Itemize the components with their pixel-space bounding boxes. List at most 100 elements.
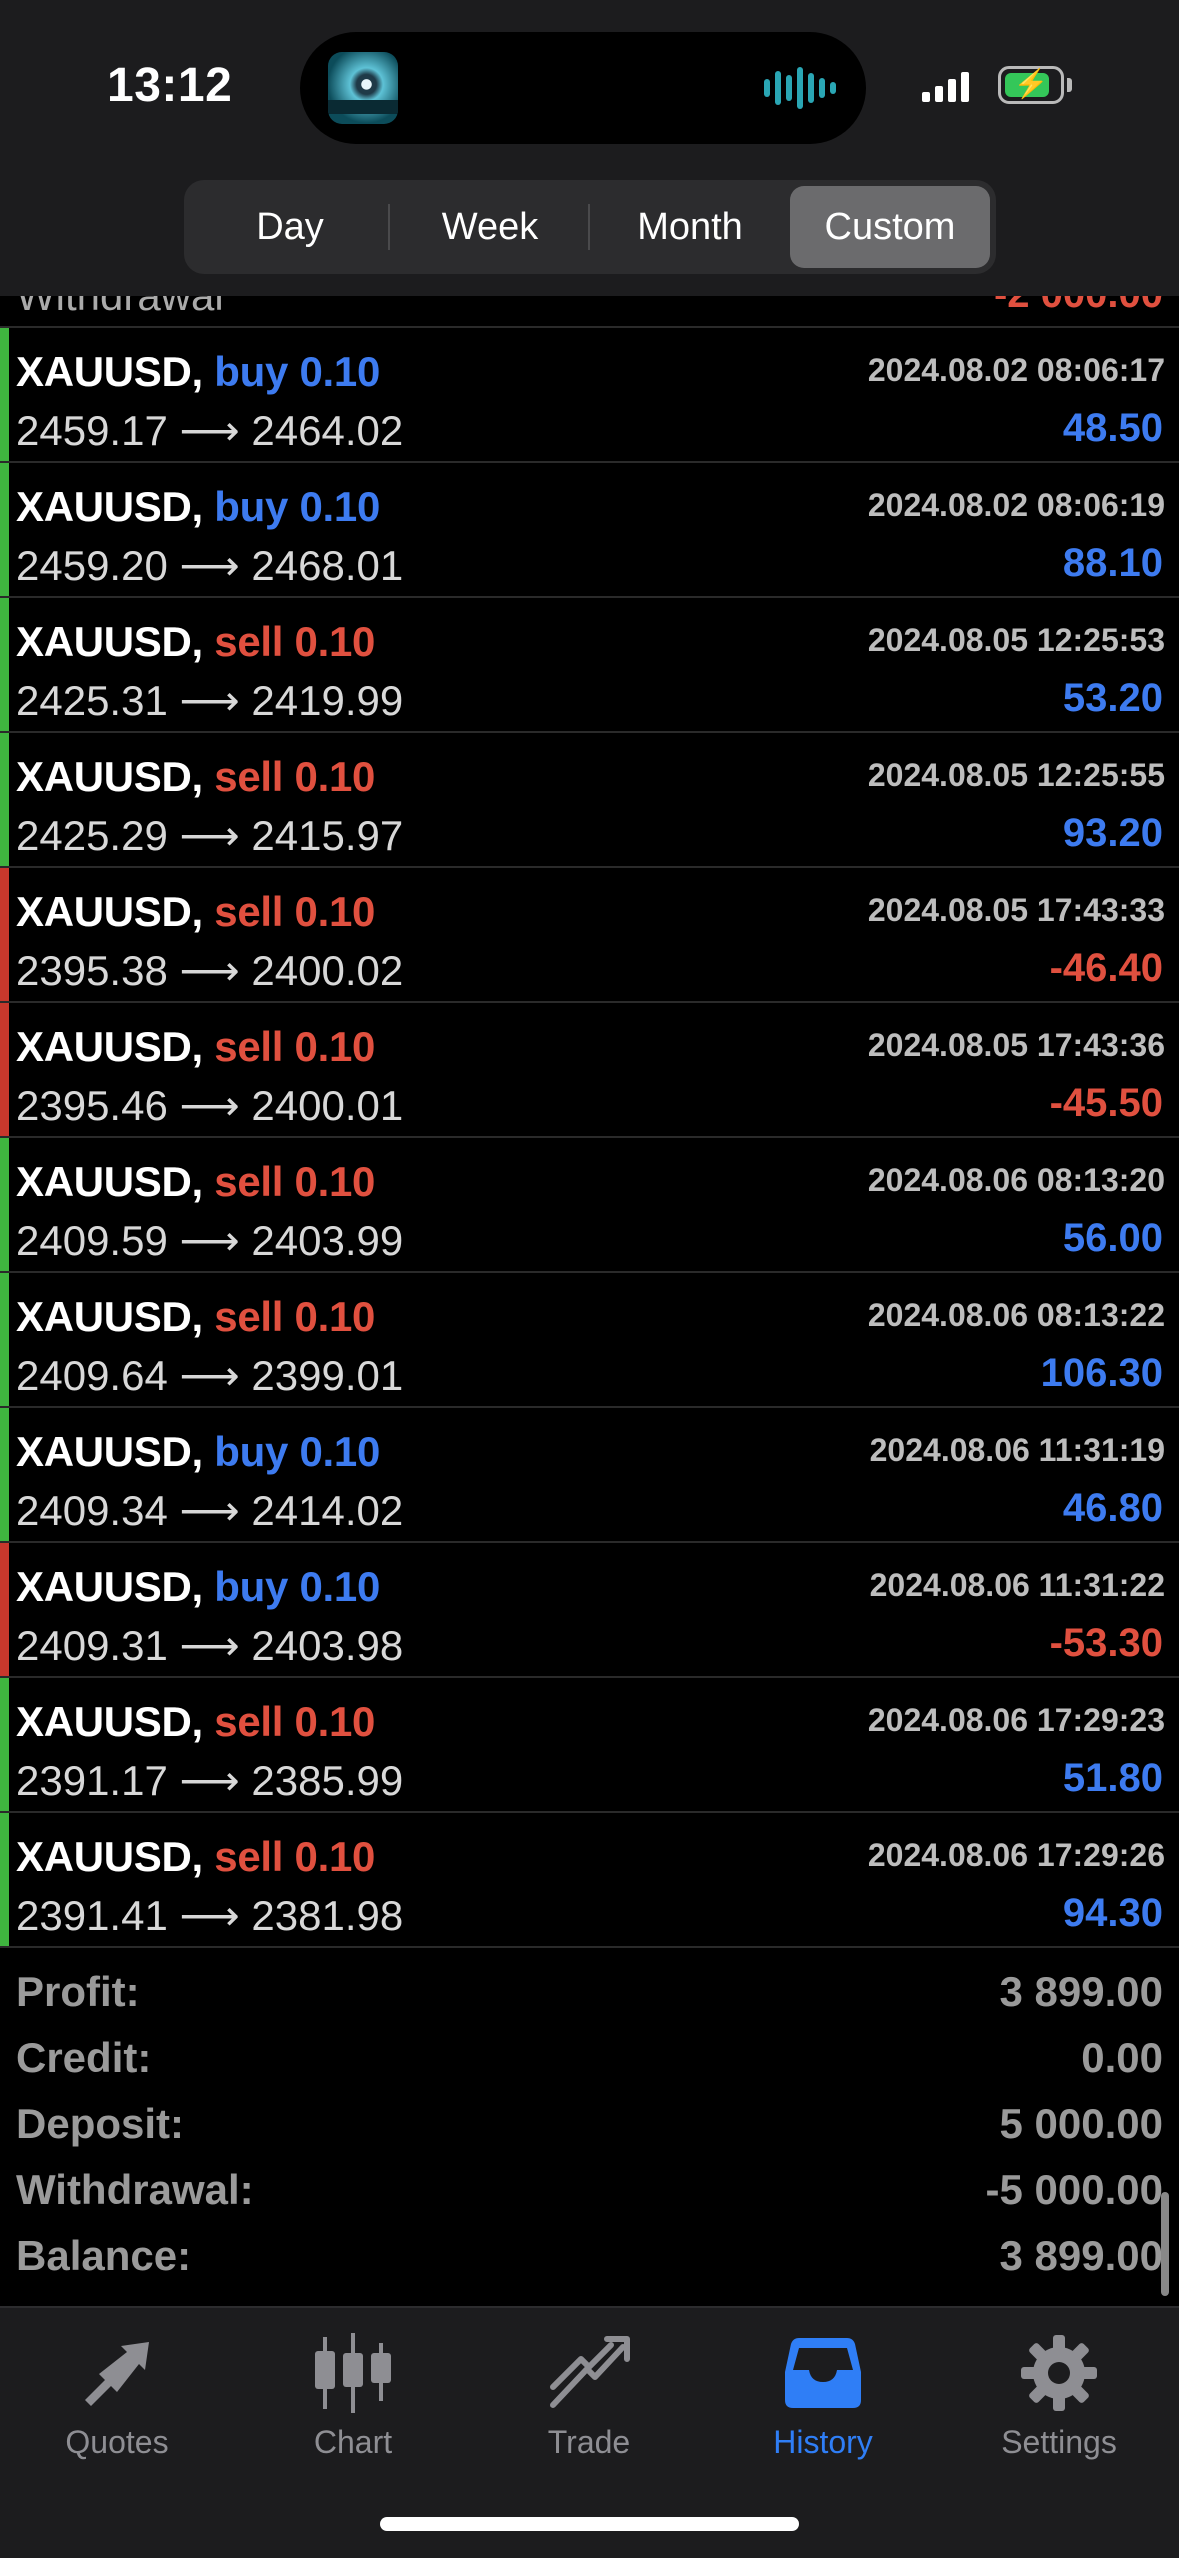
- trade-side-label: sell: [214, 1158, 284, 1205]
- trade-datetime: 2024.08.06 11:31:19: [869, 1432, 1165, 1468]
- history-list[interactable]: Withdrawal -2 000.00 XAUUSD, buy 0.10 202…: [0, 296, 1179, 1948]
- close-price: 2381.98: [251, 1892, 404, 1939]
- result-stripe: [0, 1408, 9, 1541]
- trade-side-label: sell: [214, 618, 284, 665]
- trade-profit: -45.50: [1049, 1081, 1163, 1125]
- cellular-signal-icon: [922, 70, 969, 102]
- trade-volume: 0.10: [294, 1023, 376, 1070]
- segment-custom[interactable]: Custom: [790, 186, 990, 268]
- summary-label: Withdrawal:: [16, 2166, 254, 2213]
- summary-label: Balance:: [16, 2232, 192, 2279]
- battery-charging-icon: ⚡: [998, 66, 1064, 104]
- segment-week[interactable]: Week: [390, 186, 590, 268]
- tab-quotes[interactable]: Quotes: [17, 2328, 217, 2461]
- trade-side-label: sell: [214, 888, 284, 935]
- result-stripe: [0, 1543, 9, 1676]
- arrow-right-icon: ⟶: [179, 947, 240, 994]
- partial-row-withdrawal[interactable]: Withdrawal -2 000.00: [0, 296, 1179, 328]
- summary-value: 5 000.00: [999, 2100, 1164, 2147]
- trade-volume: 0.10: [294, 1158, 376, 1205]
- arrow-right-icon: ⟶: [179, 1487, 240, 1534]
- trade-profit: 46.80: [1062, 1486, 1163, 1530]
- trade-row[interactable]: XAUUSD, sell 0.10 2024.08.05 12:25:53 2425…: [0, 598, 1179, 733]
- trade-symbol: XAUUSD,: [16, 1833, 203, 1880]
- segment-month[interactable]: Month: [590, 186, 790, 268]
- now-playing-artwork-icon[interactable]: [328, 52, 398, 124]
- trade-row[interactable]: XAUUSD, buy 0.10 2024.08.02 08:06:19 2459.…: [0, 463, 1179, 598]
- trade-datetime: 2024.08.02 08:06:19: [867, 487, 1165, 523]
- result-stripe: [0, 1003, 9, 1136]
- trade-row[interactable]: XAUUSD, buy 0.10 2024.08.06 11:31:22 2409.…: [0, 1543, 1179, 1678]
- trade-profit: 88.10: [1062, 541, 1163, 585]
- tab-trade[interactable]: Trade: [489, 2328, 689, 2461]
- close-price: 2403.99: [251, 1217, 404, 1264]
- trade-side: sell 0.10: [214, 1698, 375, 1745]
- summary-value: 3 899.00: [999, 1968, 1164, 2015]
- trade-row[interactable]: XAUUSD, sell 0.10 2024.08.06 08:13:22 2409…: [0, 1273, 1179, 1408]
- open-price: 2409.59: [16, 1217, 168, 1264]
- result-stripe: [0, 868, 9, 1001]
- trade-profit: 106.30: [1040, 1351, 1163, 1395]
- trade-row[interactable]: XAUUSD, buy 0.10 2024.08.02 08:06:17 2459.…: [0, 328, 1179, 463]
- trade-row[interactable]: XAUUSD, sell 0.10 2024.08.05 17:43:36 2395…: [0, 1003, 1179, 1138]
- arrow-right-icon: ⟶: [179, 812, 240, 859]
- trade-symbol: XAUUSD,: [16, 618, 203, 665]
- trade-symbol: XAUUSD,: [16, 1698, 203, 1745]
- trade-prices: 2459.17 ⟶ 2464.02: [16, 406, 403, 455]
- scroll-indicator[interactable]: [1161, 2192, 1169, 2296]
- dynamic-island[interactable]: [300, 32, 866, 144]
- trade-profit: -46.40: [1049, 946, 1163, 990]
- summary-label: Deposit:: [16, 2100, 184, 2147]
- trade-volume: 0.10: [299, 1428, 380, 1475]
- tab-label: Chart: [313, 2424, 393, 2460]
- close-price: 2400.02: [251, 947, 404, 994]
- home-indicator[interactable]: [380, 2517, 799, 2531]
- trade-row[interactable]: XAUUSD, sell 0.10 2024.08.05 12:25:55 2425…: [0, 733, 1179, 868]
- segment-day[interactable]: Day: [190, 186, 390, 268]
- trade-row[interactable]: XAUUSD, sell 0.10 2024.08.06 17:29:26 2391…: [0, 1813, 1179, 1948]
- trade-symbol: XAUUSD,: [16, 1293, 203, 1340]
- trade-datetime: 2024.08.06 08:13:22: [867, 1297, 1165, 1333]
- trade-title: XAUUSD, sell 0.10: [16, 1698, 375, 1746]
- open-price: 2409.31: [16, 1622, 168, 1669]
- open-price: 2459.20: [16, 542, 168, 589]
- trade-datetime: 2024.08.06 11:31:22: [869, 1567, 1165, 1603]
- trade-row[interactable]: XAUUSD, buy 0.10 2024.08.06 11:31:19 2409.…: [0, 1408, 1179, 1543]
- trade-side: sell 0.10: [214, 1158, 375, 1205]
- trade-profit: 53.20: [1062, 676, 1163, 720]
- trade-volume: 0.10: [294, 1833, 376, 1880]
- trade-symbol: XAUUSD,: [16, 753, 203, 800]
- history-icon: [785, 2338, 861, 2408]
- tab-chart[interactable]: Chart: [253, 2328, 453, 2461]
- trade-symbol: XAUUSD,: [16, 1563, 203, 1610]
- open-price: 2391.41: [16, 1892, 168, 1939]
- open-price: 2425.29: [16, 812, 168, 859]
- trade-profit: 51.80: [1062, 1756, 1163, 1800]
- tab-history[interactable]: History: [723, 2328, 923, 2461]
- trade-side: buy 0.10: [214, 1563, 380, 1610]
- trade-title: XAUUSD, sell 0.10: [16, 1158, 375, 1206]
- trade-profit: 94.30: [1062, 1891, 1163, 1935]
- trade-row[interactable]: XAUUSD, sell 0.10 2024.08.05 17:43:33 2395…: [0, 868, 1179, 1003]
- trade-prices: 2409.34 ⟶ 2414.02: [16, 1486, 403, 1535]
- close-price: 2399.01: [251, 1352, 404, 1399]
- close-price: 2468.01: [251, 542, 404, 589]
- trade-title: XAUUSD, buy 0.10: [16, 348, 380, 396]
- arrow-right-icon: ⟶: [179, 542, 240, 589]
- trade-title: XAUUSD, sell 0.10: [16, 1293, 375, 1341]
- trade-row[interactable]: XAUUSD, sell 0.10 2024.08.06 08:13:20 2409…: [0, 1138, 1179, 1273]
- trade-title: XAUUSD, sell 0.10: [16, 618, 375, 666]
- tab-settings[interactable]: Settings: [959, 2328, 1159, 2461]
- result-stripe: [0, 733, 9, 866]
- trade-datetime: 2024.08.06 17:29:26: [867, 1837, 1165, 1873]
- result-stripe: [0, 463, 9, 596]
- trade-title: XAUUSD, buy 0.10: [16, 483, 380, 531]
- trade-row[interactable]: XAUUSD, sell 0.10 2024.08.06 17:29:23 2391…: [0, 1678, 1179, 1813]
- trade-side: sell 0.10: [214, 1023, 375, 1070]
- trade-profit: 48.50: [1062, 406, 1163, 450]
- trade-side: sell 0.10: [214, 753, 375, 800]
- status-time: 13:12: [107, 59, 233, 112]
- trade-datetime: 2024.08.06 17:29:23: [867, 1702, 1165, 1738]
- trade-side-label: sell: [214, 753, 284, 800]
- trade-profit: -53.30: [1049, 1621, 1163, 1665]
